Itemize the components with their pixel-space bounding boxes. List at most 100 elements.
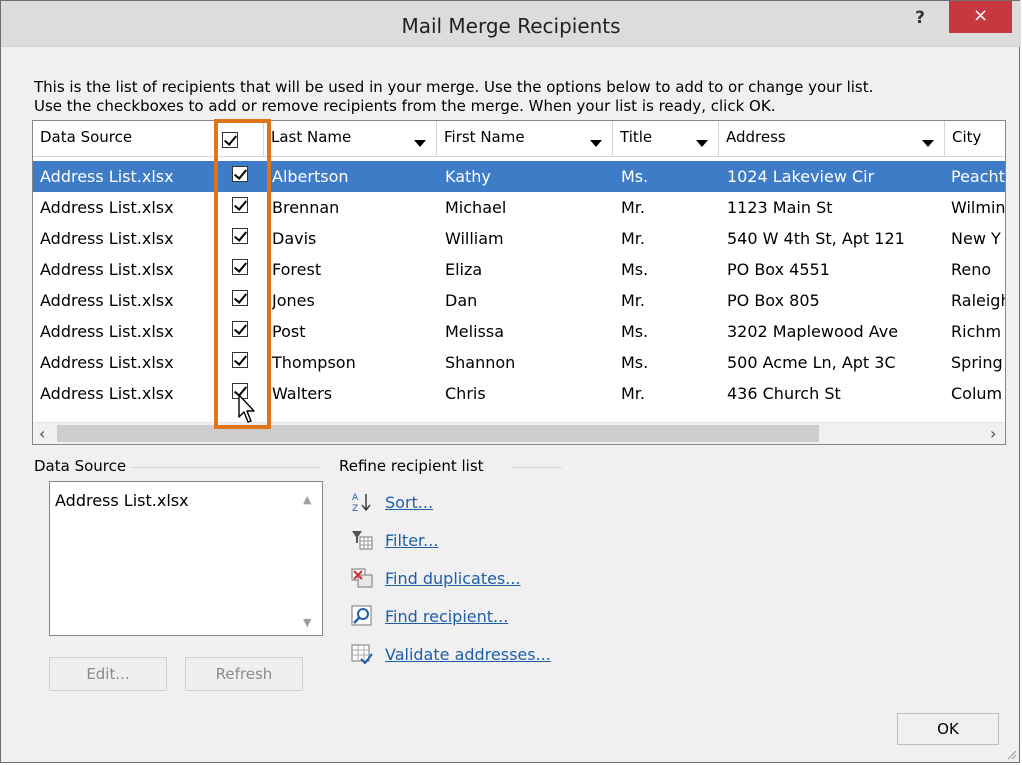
intro-text: This is the list of recipients that will…: [34, 78, 873, 116]
column-header-first-name[interactable]: First Name: [437, 121, 613, 157]
cell-title: Ms.: [621, 260, 649, 279]
mail-merge-dialog: Mail Merge Recipients ? × This is the li…: [0, 0, 1021, 763]
cell-first-name: Eliza: [445, 260, 483, 279]
title-bar: Mail Merge Recipients ? ×: [1, 1, 1021, 47]
recipients-table: Data Source Last Name First Name Title A…: [32, 120, 1006, 445]
column-header-label: City: [952, 128, 982, 146]
list-item[interactable]: Address List.xlsx: [55, 491, 189, 510]
row-checkbox[interactable]: [232, 321, 248, 337]
refresh-button[interactable]: Refresh: [185, 657, 303, 691]
table-row[interactable]: Address List.xlsx Jones Dan Mr. PO Box 8…: [33, 285, 1005, 316]
column-header-checkbox[interactable]: [216, 121, 264, 157]
cell-last-name: Thompson: [272, 353, 356, 372]
cell-title: Ms.: [621, 353, 649, 372]
data-source-section-label: Data Source: [34, 457, 127, 475]
column-header-label: Data Source: [40, 128, 133, 146]
column-header-data-source[interactable]: Data Source: [33, 121, 216, 157]
validate-addresses-link[interactable]: Validate addresses...: [385, 645, 551, 664]
cell-address: 436 Church St: [727, 384, 841, 403]
close-button[interactable]: ×: [949, 1, 1012, 33]
cell-address: 540 W 4th St, Apt 121: [727, 229, 905, 248]
cell-data-source: Address List.xlsx: [40, 260, 174, 279]
horizontal-scrollbar[interactable]: ‹ ›: [33, 422, 1005, 444]
table-row[interactable]: Address List.xlsx Thompson Shannon Ms. 5…: [33, 347, 1005, 378]
scroll-right-icon[interactable]: ›: [990, 424, 996, 443]
table-row[interactable]: Address List.xlsx Brennan Michael Mr. 11…: [33, 192, 1005, 223]
column-header-label: Address: [726, 128, 786, 146]
scrollbar-thumb[interactable]: [57, 425, 819, 442]
cell-title: Mr.: [621, 291, 645, 310]
row-checkbox[interactable]: [232, 352, 248, 368]
table-row[interactable]: Address List.xlsx Forest Eliza Ms. PO Bo…: [33, 254, 1005, 285]
column-header-last-name[interactable]: Last Name: [264, 121, 437, 157]
cell-city: Peacht: [951, 167, 1005, 186]
cell-last-name: Forest: [272, 260, 322, 279]
refine-section-label: Refine recipient list: [339, 457, 484, 475]
chevron-down-icon[interactable]: [696, 140, 708, 147]
cell-address: PO Box 4551: [727, 260, 830, 279]
row-checkbox[interactable]: [232, 259, 248, 275]
cell-data-source: Address List.xlsx: [40, 353, 174, 372]
chevron-down-icon[interactable]: [590, 140, 602, 147]
cell-city: Spring: [951, 353, 1003, 372]
table-row[interactable]: Address List.xlsx Albertson Kathy Ms. 10…: [33, 161, 1005, 192]
cell-address: 1024 Lakeview Cir: [727, 167, 875, 186]
column-header-title[interactable]: Title: [613, 121, 719, 157]
cell-data-source: Address List.xlsx: [40, 167, 174, 186]
cell-address: PO Box 805: [727, 291, 820, 310]
filter-link[interactable]: Filter...: [385, 531, 438, 550]
cell-last-name: Brennan: [272, 198, 340, 217]
table-row[interactable]: Address List.xlsx Davis William Mr. 540 …: [33, 223, 1005, 254]
cell-city: Wilmin: [951, 198, 1005, 217]
cell-data-source: Address List.xlsx: [40, 198, 174, 217]
scroll-up-icon[interactable]: ▲: [303, 493, 311, 506]
table-row[interactable]: Address List.xlsx Post Melissa Ms. 3202 …: [33, 316, 1005, 347]
cell-city: New Y: [951, 229, 1001, 248]
row-checkbox[interactable]: [232, 290, 248, 306]
scroll-down-icon[interactable]: ▼: [303, 616, 311, 629]
cell-last-name: Davis: [272, 229, 317, 248]
cell-city: Colum: [951, 384, 1003, 403]
ok-button[interactable]: OK: [897, 713, 999, 745]
chevron-down-icon[interactable]: [414, 140, 426, 147]
cell-title: Mr.: [621, 198, 645, 217]
cell-address: 3202 Maplewood Ave: [727, 322, 899, 341]
cell-city: Reno: [951, 260, 992, 279]
row-checkbox[interactable]: [232, 166, 248, 182]
resize-grip-icon[interactable]: [1007, 750, 1017, 760]
cell-first-name: Michael: [445, 198, 507, 217]
cell-first-name: Kathy: [445, 167, 491, 186]
dialog-title: Mail Merge Recipients: [401, 14, 621, 38]
cell-first-name: Chris: [445, 384, 486, 403]
row-checkbox[interactable]: [232, 228, 248, 244]
cell-title: Mr.: [621, 384, 645, 403]
cell-last-name: Jones: [272, 291, 315, 310]
column-header-address[interactable]: Address: [719, 121, 945, 157]
cell-city: Richm: [951, 322, 1002, 341]
cell-first-name: Dan: [445, 291, 478, 310]
help-button[interactable]: ?: [907, 5, 933, 31]
validate-addresses-icon: [351, 644, 373, 665]
cell-first-name: William: [445, 229, 504, 248]
select-all-checkbox[interactable]: [222, 132, 238, 148]
svg-text:A: A: [352, 493, 359, 503]
chevron-down-icon[interactable]: [922, 140, 934, 147]
intro-line-2: Use the checkboxes to add or remove reci…: [34, 97, 776, 115]
column-header-label: First Name: [444, 128, 525, 146]
sort-link[interactable]: Sort...: [385, 493, 433, 512]
svg-text:Z: Z: [352, 504, 358, 513]
edit-button[interactable]: Edit...: [49, 657, 167, 691]
divider: [131, 467, 321, 468]
find-duplicates-link[interactable]: Find duplicates...: [385, 569, 521, 588]
scroll-left-icon[interactable]: ‹: [39, 424, 45, 443]
table-row[interactable]: Address List.xlsx Walters Chris Mr. 436 …: [33, 378, 1005, 409]
find-recipient-link[interactable]: Find recipient...: [385, 607, 508, 626]
column-header-city[interactable]: City: [945, 121, 1005, 157]
data-source-list[interactable]: Address List.xlsx ▲ ▼: [49, 481, 323, 636]
cell-first-name: Shannon: [445, 353, 516, 372]
find-recipient-icon: [351, 605, 372, 626]
mouse-cursor-icon: [238, 394, 255, 423]
cell-address: 500 Acme Ln, Apt 3C: [727, 353, 896, 372]
cell-first-name: Melissa: [445, 322, 505, 341]
row-checkbox[interactable]: [232, 197, 248, 213]
